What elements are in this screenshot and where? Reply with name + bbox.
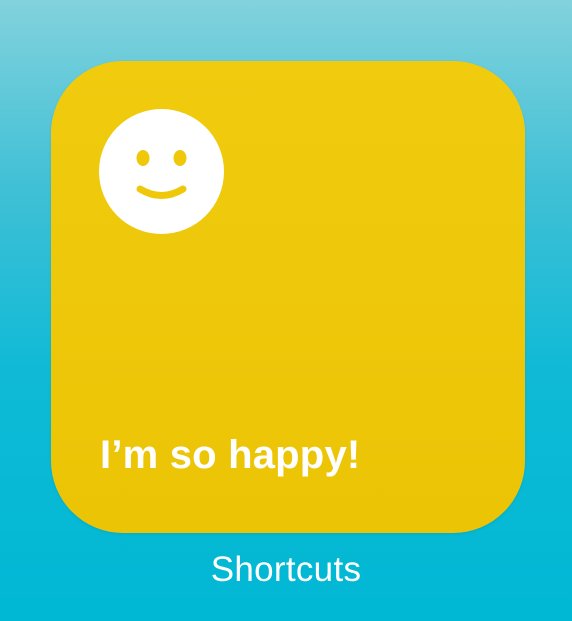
widget-title: I’m so happy!: [100, 433, 361, 477]
app-label: Shortcuts: [210, 550, 362, 589]
smiley-face-icon: [99, 109, 224, 234]
shortcut-widget[interactable]: I’m so happy!: [51, 61, 525, 533]
